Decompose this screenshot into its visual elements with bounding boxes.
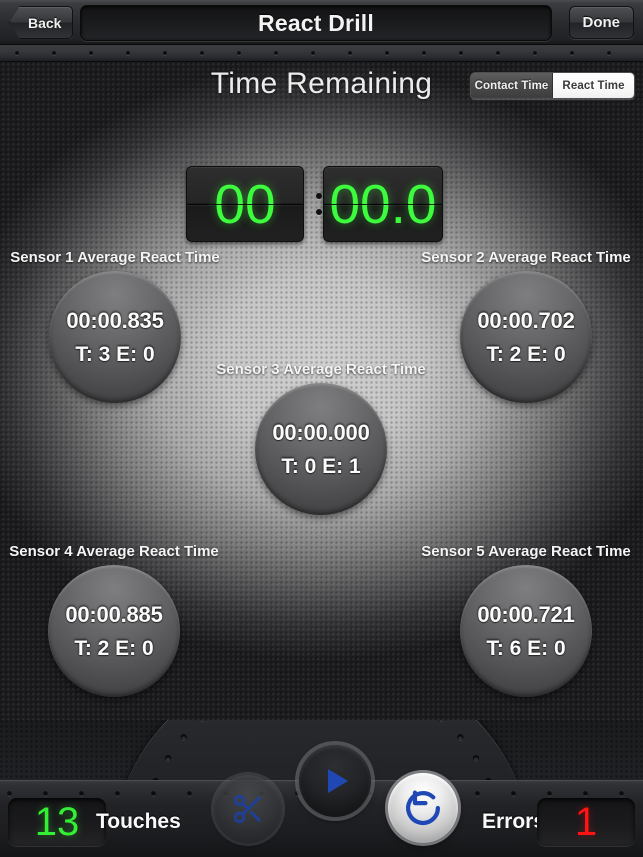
touches-count: 13 <box>34 800 80 844</box>
page-title: React Drill <box>258 9 374 36</box>
errors-counter: 1 <box>537 798 635 846</box>
title-well: React Drill <box>80 5 552 41</box>
done-button[interactable]: Done <box>568 6 634 39</box>
cut-button[interactable] <box>214 775 282 843</box>
scissors-icon <box>233 794 261 824</box>
sensor-1-time: 00:00.835 <box>66 307 164 333</box>
sensor-5-time: 00:00.721 <box>477 601 575 627</box>
sensor-1-stats: T: 3 E: 0 <box>75 342 155 366</box>
bottom-toolbar: 13 Touches Errors 1 <box>0 720 643 857</box>
done-button-label: Done <box>582 14 621 31</box>
sensor-5-caption: Sensor 5 Average React Time <box>421 543 631 560</box>
navigation-bar: Back React Drill Done <box>0 0 643 45</box>
play-button[interactable] <box>299 745 371 817</box>
clock-minutes: 00 <box>214 172 276 235</box>
sensor-4-stats: T: 2 E: 0 <box>74 636 154 660</box>
sensor-3-caption: Sensor 3 Average React Time <box>216 361 426 378</box>
touches-counter: 13 <box>8 798 106 846</box>
sensor-1-orb[interactable]: 00:00.835 T: 3 E: 0 <box>49 271 181 403</box>
errors-label: Errors <box>481 810 545 833</box>
play-icon <box>328 769 348 793</box>
clock-seconds-panel: 00.0 <box>323 166 443 242</box>
tab-contact-time[interactable]: Contact Time <box>471 73 553 98</box>
sensor-2-time: 00:00.702 <box>477 307 575 333</box>
sensor-3-stats: T: 0 E: 1 <box>281 454 361 478</box>
reset-button[interactable] <box>388 773 458 843</box>
sensor-2-orb[interactable]: 00:00.702 T: 2 E: 0 <box>460 271 592 403</box>
sensor-4-time: 00:00.885 <box>65 601 163 627</box>
sensor-1-caption: Sensor 1 Average React Time <box>10 249 220 266</box>
sensor-3-time: 00:00.000 <box>272 419 370 445</box>
touches-label: Touches <box>96 810 181 833</box>
errors-count: 1 <box>574 800 598 844</box>
sensor-4-caption: Sensor 4 Average React Time <box>9 543 219 560</box>
mode-toggle[interactable]: Contact Time React Time <box>470 72 635 99</box>
sensor-2-caption: Sensor 2 Average React Time <box>421 249 631 266</box>
reset-icon <box>406 790 440 825</box>
sensor-3-orb[interactable]: 00:00.000 T: 0 E: 1 <box>255 383 387 515</box>
clock-minutes-panel: 00 <box>186 166 304 242</box>
countdown-clock: 00 00.0 <box>186 166 443 242</box>
clock-seconds: 00.0 <box>329 172 437 235</box>
tab-react-time[interactable]: React Time <box>553 73 634 98</box>
sensor-4-orb[interactable]: 00:00.885 T: 2 E: 0 <box>48 565 180 697</box>
back-button-label: Back <box>28 14 62 31</box>
sensor-2-stats: T: 2 E: 0 <box>486 342 566 366</box>
rivet-strip-top <box>0 44 643 62</box>
react-drill-screen: Back React Drill Done Time Remaining Con… <box>0 0 643 857</box>
clock-colon-separator <box>316 193 324 215</box>
sensor-5-stats: T: 6 E: 0 <box>486 636 566 660</box>
back-button[interactable]: Back <box>9 6 74 39</box>
sensor-5-orb[interactable]: 00:00.721 T: 6 E: 0 <box>460 565 592 697</box>
